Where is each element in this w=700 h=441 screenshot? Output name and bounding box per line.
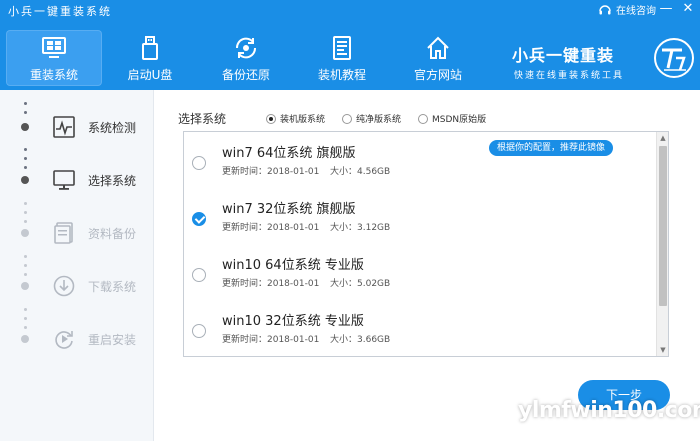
nav-boot-usb[interactable]: 启动U盘: [102, 30, 198, 86]
update-time: 更新时间：2018-01-01: [222, 279, 320, 289]
nav-reinstall-system[interactable]: 重装系统: [6, 30, 102, 86]
system-item-win10-32[interactable]: win10 32位系统 专业版 更新时间：2018-01-01 大小：3.66G…: [184, 302, 656, 356]
step-system-check: 系统检测: [0, 112, 154, 142]
pulse-chart-icon: [53, 116, 75, 138]
step-restart-install: 重启安装: [0, 324, 154, 354]
step-dot: [21, 282, 29, 290]
app-title: 小兵一键重装系统: [8, 5, 112, 18]
step-dot: [21, 123, 29, 131]
step-label: 资料备份: [88, 226, 137, 241]
main-nav: 重装系统 启动U盘 备份还原 装机教程 官方网站: [6, 30, 486, 86]
step-dot: [21, 176, 29, 184]
radio-button[interactable]: [342, 113, 352, 124]
desktop-icon: [53, 170, 75, 190]
minimize-button[interactable]: —: [658, 1, 674, 17]
main-panel: 选择系统 装机版系统 纯净版系统 MSDN原始版 win7 64位系统 旗舰版 …: [154, 90, 700, 441]
recommend-badge: 根据你的配置，推荐此镜像: [489, 140, 614, 156]
system-item-win7-64[interactable]: win7 64位系统 旗舰版 更新时间：2018-01-01 大小：4.56GB…: [184, 134, 656, 192]
radio-button[interactable]: [266, 113, 276, 124]
nav-install-tutorial[interactable]: 装机教程: [294, 30, 390, 86]
radio-label: 纯净版系统: [356, 115, 402, 125]
update-time: 更新时间：2018-01-01: [222, 335, 320, 345]
file-size: 大小：4.56GB: [330, 167, 391, 177]
step-dot: [21, 335, 29, 343]
step-label: 系统检测: [88, 120, 137, 135]
select-radio[interactable]: [192, 156, 206, 170]
file-size: 大小：3.66GB: [330, 335, 391, 345]
step-download-system: 下载系统: [0, 271, 154, 301]
system-name: win7 64位系统 旗舰版: [222, 146, 356, 161]
step-label: 重启安装: [88, 332, 137, 347]
header: 小兵一键重装系统 在线咨询 — ✕ 重装系统 启动U盘 备份还原 装机教程 官方…: [0, 0, 700, 90]
system-item-win7-32[interactable]: win7 32位系统 旗舰版 更新时间：2018-01-01 大小：3.12GB: [184, 190, 656, 248]
radio-label: 装机版系统: [280, 115, 326, 125]
brand: 小兵一键重装 快速在线重装系统工具: [512, 38, 694, 86]
nav-backup-restore[interactable]: 备份还原: [198, 30, 294, 86]
scroll-up-icon[interactable]: ▲: [657, 132, 668, 144]
step-select-system: 选择系统: [0, 165, 154, 195]
watermark-text: ylmfwin100.com: [518, 398, 700, 423]
nav-label: 备份还原: [221, 68, 270, 82]
brand-subtitle: 快速在线重装系统工具: [514, 71, 625, 81]
nav-label: 官方网站: [413, 68, 462, 82]
home-icon: [427, 36, 449, 59]
brand-title: 小兵一键重装: [512, 46, 615, 65]
system-name: win7 32位系统 旗舰版: [222, 202, 356, 217]
online-help-label: 在线咨询: [616, 6, 656, 17]
update-time: 更新时间：2018-01-01: [222, 223, 320, 233]
title-bar: 小兵一键重装系统 在线咨询 — ✕: [0, 0, 700, 20]
monitor-icon: [42, 37, 66, 58]
download-icon: [53, 275, 75, 297]
step-label: 下载系统: [88, 279, 137, 294]
system-name: win10 32位系统 专业版: [222, 314, 364, 329]
app-window: 小兵一键重装系统 在线咨询 — ✕ 重装系统 启动U盘 备份还原 装机教程 官方…: [0, 0, 700, 441]
steps-sidebar: 系统检测 选择系统 资料备份 下载系统 重启安装: [0, 90, 154, 441]
nav-label: 重装系统: [29, 68, 78, 82]
scroll-down-icon[interactable]: ▼: [657, 344, 668, 356]
online-help-link[interactable]: 在线咨询: [598, 2, 656, 17]
step-dot: [21, 229, 29, 237]
brand-logo-icon: [654, 38, 694, 78]
radio-pure-edition[interactable]: 纯净版系统: [342, 112, 401, 125]
close-button[interactable]: ✕: [680, 1, 696, 17]
system-name: win10 64位系统 专业版: [222, 258, 364, 273]
select-radio[interactable]: [192, 324, 206, 338]
tutorial-icon: [333, 36, 351, 60]
step-data-backup: 资料备份: [0, 218, 154, 248]
restart-icon: [55, 331, 73, 349]
nav-label: 启动U盘: [127, 68, 173, 82]
headset-icon: [599, 4, 611, 14]
check-icon[interactable]: [192, 212, 206, 226]
update-time: 更新时间：2018-01-01: [222, 167, 320, 177]
list-scrollbar[interactable]: ▲ ▼: [656, 132, 668, 356]
radio-label: MSDN原始版: [432, 115, 487, 125]
radio-install-edition[interactable]: 装机版系统: [266, 112, 325, 125]
select-system-label: 选择系统: [178, 112, 227, 126]
usb-icon: [142, 36, 158, 60]
nav-label: 装机教程: [317, 68, 366, 82]
radio-msdn-edition[interactable]: MSDN原始版: [418, 112, 486, 125]
step-label: 选择系统: [88, 173, 137, 188]
select-radio[interactable]: [192, 268, 206, 282]
backup-restore-icon: [235, 37, 257, 59]
radio-button[interactable]: [418, 113, 428, 124]
system-item-win10-64[interactable]: win10 64位系统 专业版 更新时间：2018-01-01 大小：5.02G…: [184, 246, 656, 304]
file-size: 大小：5.02GB: [330, 279, 391, 289]
document-icon: [54, 222, 73, 244]
file-size: 大小：3.12GB: [330, 223, 391, 233]
scroll-thumb[interactable]: [659, 146, 667, 306]
nav-official-site[interactable]: 官方网站: [390, 30, 486, 86]
system-list: win7 64位系统 旗舰版 更新时间：2018-01-01 大小：4.56GB…: [183, 131, 669, 357]
